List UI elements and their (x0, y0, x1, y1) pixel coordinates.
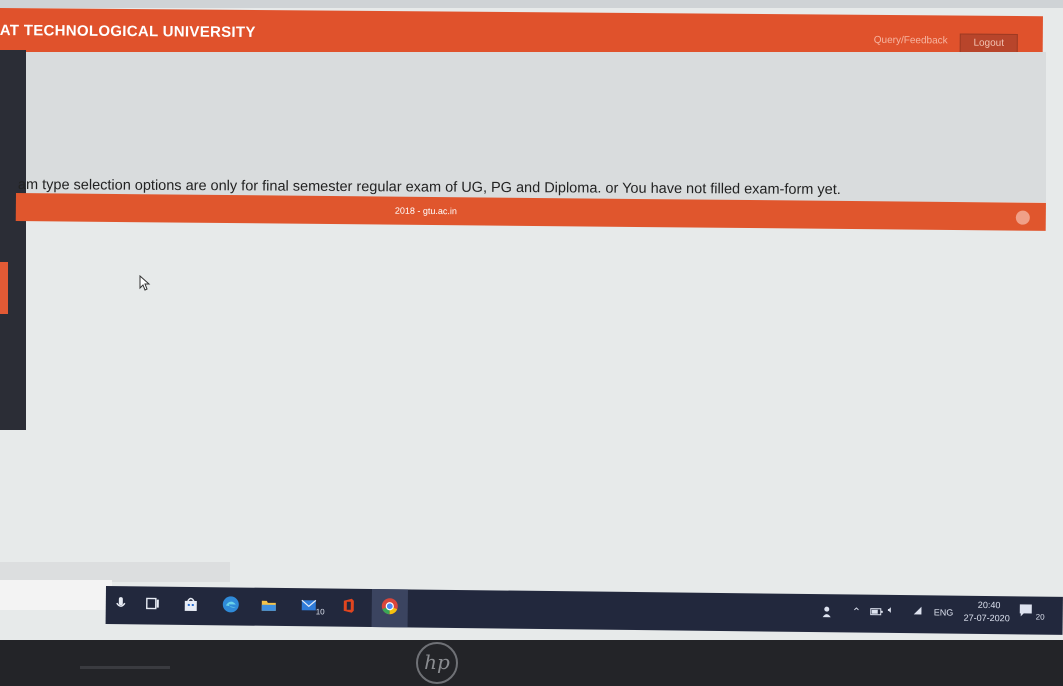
side-panel-accent (0, 262, 8, 314)
screen: AT TECHNOLOGICAL UNIVERSITY Query/Feedba… (0, 0, 1063, 640)
logout-button[interactable]: Logout (959, 33, 1018, 54)
notification-count: 20 (1035, 612, 1045, 622)
query-feedback-link[interactable]: Query/Feedback (874, 35, 948, 47)
store-icon[interactable] (182, 595, 200, 613)
chrome-active-tile[interactable] (371, 589, 408, 628)
mail-badge: 10 (315, 607, 325, 617)
scroll-to-top-button[interactable] (1015, 210, 1030, 225)
edge-icon[interactable] (222, 595, 240, 613)
hp-logo: hp (416, 642, 458, 684)
network-icon[interactable]: ◢ (914, 605, 922, 616)
microphone-icon[interactable] (112, 594, 130, 612)
office-icon[interactable] (340, 597, 358, 615)
chrome-icon (381, 598, 398, 615)
mouse-cursor-icon (139, 275, 151, 291)
language-indicator[interactable]: ENG (934, 607, 954, 617)
people-icon[interactable] (822, 604, 836, 618)
side-panel-edge (0, 50, 26, 430)
site-title: AT TECHNOLOGICAL UNIVERSITY (0, 21, 256, 42)
battery-icon[interactable] (870, 607, 884, 617)
laptop-bezel (0, 640, 1063, 686)
taskbar-search-box[interactable] (0, 580, 112, 610)
clock-time[interactable]: 20:40 (978, 600, 1001, 610)
volume-icon[interactable]: 🔈︎ (888, 605, 894, 616)
notification-icon[interactable] (1018, 602, 1034, 618)
browser-top-strip (0, 0, 1063, 8)
hidden-icons-chevron-icon[interactable]: ⌃ (852, 605, 861, 618)
taskbar: 10 ⌃ 🔈︎ ◢ ENG 20:40 27-07-2020 20 (105, 586, 1063, 635)
task-view-icon[interactable] (144, 594, 162, 612)
footer-text: 2018 - gtu.ac.in (394, 205, 457, 217)
search-box-shadow (0, 562, 230, 582)
file-explorer-icon[interactable] (260, 596, 278, 614)
clock-date[interactable]: 27-07-2020 (964, 613, 1010, 624)
bezel-edge (80, 666, 170, 669)
